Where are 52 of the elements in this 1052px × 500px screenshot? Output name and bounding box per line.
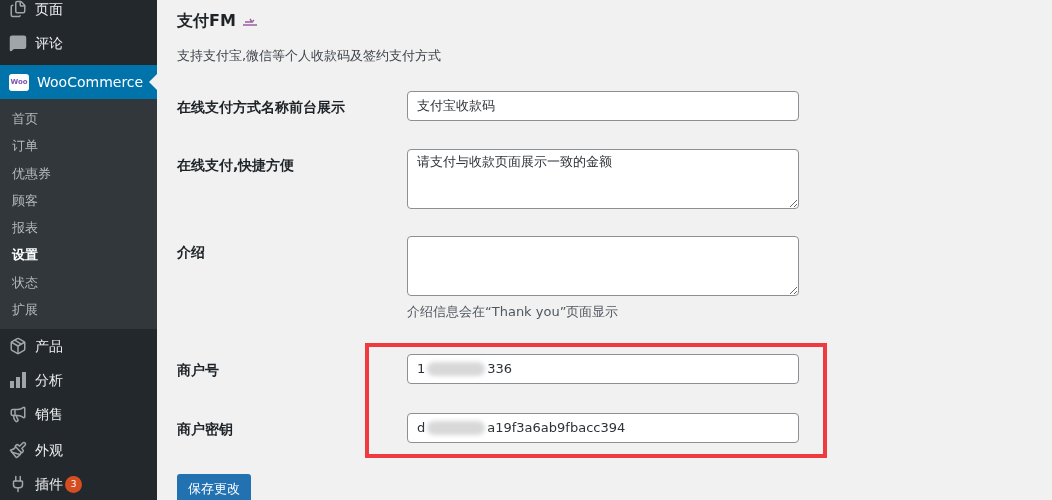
field-hint: 介绍信息会在“Thank you”页面显示 bbox=[407, 302, 620, 321]
sidebar-item[interactable]: 评论 bbox=[0, 26, 157, 60]
sidebar-label: 产品 bbox=[35, 336, 63, 356]
megaphone-icon bbox=[9, 405, 27, 424]
section-description: 支持支付宝,微信等个人收款码及签约支付方式 bbox=[177, 47, 443, 65]
box-icon bbox=[9, 337, 27, 356]
field-value-start: 1 bbox=[417, 360, 426, 379]
sidebar-label: 外观 bbox=[35, 440, 63, 460]
field-label: 商户密钥 bbox=[177, 420, 234, 439]
field-label: 在线支付,快捷方便 bbox=[177, 155, 296, 175]
text-field[interactable]: 1 336 bbox=[407, 354, 799, 384]
sidebar-item[interactable]: 外观 bbox=[0, 433, 157, 468]
count-badge: 3 bbox=[65, 475, 82, 493]
submenu-item[interactable]: 首页 bbox=[0, 105, 157, 133]
submenu-item[interactable]: 优惠券 bbox=[0, 159, 157, 187]
return-link-icon[interactable] bbox=[241, 16, 258, 26]
text-field[interactable]: d a19f3a6ab9fbacc394 bbox=[407, 413, 799, 443]
sidebar-label: WooCommerce bbox=[37, 72, 144, 92]
comment-icon bbox=[9, 34, 27, 52]
submenu-item[interactable]: 状态 bbox=[0, 268, 157, 297]
submenu-item[interactable]: 扩展 bbox=[0, 296, 157, 324]
sidebar-item[interactable]: 销售 bbox=[0, 397, 157, 432]
submenu-item[interactable]: 设置 bbox=[0, 241, 157, 269]
sidebar-item[interactable]: 页面 bbox=[0, 0, 157, 26]
bar-chart-icon bbox=[9, 371, 27, 390]
sidebar-label: 评论 bbox=[35, 33, 63, 53]
sidebar-item[interactable]: 分析 bbox=[0, 363, 157, 398]
pages-icon bbox=[9, 0, 27, 18]
current-pointer-icon bbox=[149, 74, 157, 90]
submenu-item[interactable]: 订单 bbox=[0, 132, 157, 160]
field-label: 商户号 bbox=[177, 361, 220, 380]
field-label: 在线支付方式名称前台展示 bbox=[177, 97, 346, 117]
field-value-start: d bbox=[417, 419, 426, 438]
sidebar-item[interactable]: 插件 3 bbox=[0, 467, 157, 500]
field-value-end: 336 bbox=[487, 360, 513, 379]
sidebar-item[interactable]: 产品 bbox=[0, 329, 157, 364]
text-area[interactable]: 请支付与收款页面展示一致的金额 bbox=[407, 148, 799, 209]
sidebar-label: 销售 bbox=[35, 404, 63, 424]
blur-smudge bbox=[427, 362, 486, 376]
paintbrush-icon bbox=[9, 441, 27, 460]
blur-smudge bbox=[427, 421, 486, 435]
section-title: 支付FM bbox=[177, 10, 236, 32]
submenu-item[interactable]: 报表 bbox=[0, 214, 157, 242]
save-button[interactable]: 保存更改 bbox=[177, 474, 251, 500]
sidebar-label: 页面 bbox=[35, 0, 63, 19]
text-area[interactable] bbox=[407, 235, 799, 296]
field-value-end: a19f3a6ab9fbacc394 bbox=[487, 419, 626, 438]
submenu-item[interactable]: 顾客 bbox=[0, 186, 157, 215]
text-field[interactable]: 支付宝收款码 bbox=[407, 90, 799, 121]
field-label: 介绍 bbox=[177, 242, 206, 262]
sidebar-label: 分析 bbox=[35, 370, 63, 390]
sidebar-label: 插件 bbox=[35, 474, 63, 494]
